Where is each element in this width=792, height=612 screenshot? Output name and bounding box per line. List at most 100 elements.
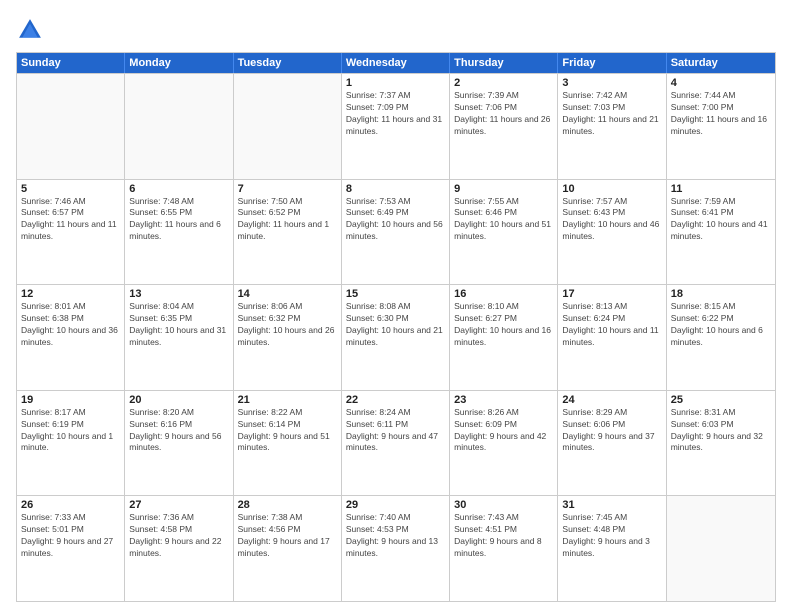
cell-date: 10 xyxy=(562,183,661,195)
cal-cell-4-3: 29Sunrise: 7:40 AM Sunset: 4:53 PM Dayli… xyxy=(342,496,450,601)
cell-info: Sunrise: 7:33 AM Sunset: 5:01 PM Dayligh… xyxy=(21,512,120,560)
cell-date: 30 xyxy=(454,499,553,511)
cell-date: 20 xyxy=(129,394,228,406)
cell-info: Sunrise: 8:08 AM Sunset: 6:30 PM Dayligh… xyxy=(346,301,445,349)
cell-info: Sunrise: 7:40 AM Sunset: 4:53 PM Dayligh… xyxy=(346,512,445,560)
cell-date: 4 xyxy=(671,77,771,89)
cell-date: 17 xyxy=(562,288,661,300)
cal-row-2: 12Sunrise: 8:01 AM Sunset: 6:38 PM Dayli… xyxy=(17,284,775,390)
cal-cell-1-2: 7Sunrise: 7:50 AM Sunset: 6:52 PM Daylig… xyxy=(234,180,342,285)
cell-info: Sunrise: 7:50 AM Sunset: 6:52 PM Dayligh… xyxy=(238,196,337,244)
cell-info: Sunrise: 8:10 AM Sunset: 6:27 PM Dayligh… xyxy=(454,301,553,349)
cell-info: Sunrise: 7:57 AM Sunset: 6:43 PM Dayligh… xyxy=(562,196,661,244)
cal-cell-1-3: 8Sunrise: 7:53 AM Sunset: 6:49 PM Daylig… xyxy=(342,180,450,285)
cal-cell-3-6: 25Sunrise: 8:31 AM Sunset: 6:03 PM Dayli… xyxy=(667,391,775,496)
cal-cell-4-0: 26Sunrise: 7:33 AM Sunset: 5:01 PM Dayli… xyxy=(17,496,125,601)
cell-date: 22 xyxy=(346,394,445,406)
cell-info: Sunrise: 7:44 AM Sunset: 7:00 PM Dayligh… xyxy=(671,90,771,138)
cal-cell-2-2: 14Sunrise: 8:06 AM Sunset: 6:32 PM Dayli… xyxy=(234,285,342,390)
cal-row-1: 5Sunrise: 7:46 AM Sunset: 6:57 PM Daylig… xyxy=(17,179,775,285)
cell-date: 16 xyxy=(454,288,553,300)
cal-cell-2-5: 17Sunrise: 8:13 AM Sunset: 6:24 PM Dayli… xyxy=(558,285,666,390)
cell-info: Sunrise: 7:48 AM Sunset: 6:55 PM Dayligh… xyxy=(129,196,228,244)
cell-info: Sunrise: 8:13 AM Sunset: 6:24 PM Dayligh… xyxy=(562,301,661,349)
cal-cell-4-6 xyxy=(667,496,775,601)
cell-date: 26 xyxy=(21,499,120,511)
cell-info: Sunrise: 7:39 AM Sunset: 7:06 PM Dayligh… xyxy=(454,90,553,138)
cal-cell-3-3: 22Sunrise: 8:24 AM Sunset: 6:11 PM Dayli… xyxy=(342,391,450,496)
cell-info: Sunrise: 7:53 AM Sunset: 6:49 PM Dayligh… xyxy=(346,196,445,244)
cell-info: Sunrise: 8:22 AM Sunset: 6:14 PM Dayligh… xyxy=(238,407,337,455)
cell-date: 15 xyxy=(346,288,445,300)
cell-date: 6 xyxy=(129,183,228,195)
cell-date: 14 xyxy=(238,288,337,300)
logo xyxy=(16,16,48,44)
cell-date: 2 xyxy=(454,77,553,89)
calendar-header: SundayMondayTuesdayWednesdayThursdayFrid… xyxy=(17,53,775,73)
cell-date: 23 xyxy=(454,394,553,406)
cell-info: Sunrise: 8:26 AM Sunset: 6:09 PM Dayligh… xyxy=(454,407,553,455)
cell-date: 13 xyxy=(129,288,228,300)
cell-date: 29 xyxy=(346,499,445,511)
cal-cell-0-4: 2Sunrise: 7:39 AM Sunset: 7:06 PM Daylig… xyxy=(450,74,558,179)
calendar-body: 1Sunrise: 7:37 AM Sunset: 7:09 PM Daylig… xyxy=(17,73,775,601)
cal-cell-1-0: 5Sunrise: 7:46 AM Sunset: 6:57 PM Daylig… xyxy=(17,180,125,285)
cell-date: 1 xyxy=(346,77,445,89)
cal-cell-3-5: 24Sunrise: 8:29 AM Sunset: 6:06 PM Dayli… xyxy=(558,391,666,496)
cal-cell-0-5: 3Sunrise: 7:42 AM Sunset: 7:03 PM Daylig… xyxy=(558,74,666,179)
day-header-friday: Friday xyxy=(558,53,666,73)
cal-cell-4-5: 31Sunrise: 7:45 AM Sunset: 4:48 PM Dayli… xyxy=(558,496,666,601)
cal-row-0: 1Sunrise: 7:37 AM Sunset: 7:09 PM Daylig… xyxy=(17,73,775,179)
cell-date: 28 xyxy=(238,499,337,511)
cal-cell-3-1: 20Sunrise: 8:20 AM Sunset: 6:16 PM Dayli… xyxy=(125,391,233,496)
cal-cell-0-3: 1Sunrise: 7:37 AM Sunset: 7:09 PM Daylig… xyxy=(342,74,450,179)
cell-info: Sunrise: 7:59 AM Sunset: 6:41 PM Dayligh… xyxy=(671,196,771,244)
cal-cell-0-2 xyxy=(234,74,342,179)
cell-info: Sunrise: 8:04 AM Sunset: 6:35 PM Dayligh… xyxy=(129,301,228,349)
cell-info: Sunrise: 8:15 AM Sunset: 6:22 PM Dayligh… xyxy=(671,301,771,349)
cell-date: 19 xyxy=(21,394,120,406)
cell-info: Sunrise: 7:55 AM Sunset: 6:46 PM Dayligh… xyxy=(454,196,553,244)
cell-date: 27 xyxy=(129,499,228,511)
cell-info: Sunrise: 7:36 AM Sunset: 4:58 PM Dayligh… xyxy=(129,512,228,560)
cell-info: Sunrise: 8:31 AM Sunset: 6:03 PM Dayligh… xyxy=(671,407,771,455)
cell-date: 12 xyxy=(21,288,120,300)
header xyxy=(16,16,776,44)
cell-date: 25 xyxy=(671,394,771,406)
cell-date: 3 xyxy=(562,77,661,89)
day-header-monday: Monday xyxy=(125,53,233,73)
cal-row-3: 19Sunrise: 8:17 AM Sunset: 6:19 PM Dayli… xyxy=(17,390,775,496)
cal-cell-1-4: 9Sunrise: 7:55 AM Sunset: 6:46 PM Daylig… xyxy=(450,180,558,285)
cal-cell-1-6: 11Sunrise: 7:59 AM Sunset: 6:41 PM Dayli… xyxy=(667,180,775,285)
cal-row-4: 26Sunrise: 7:33 AM Sunset: 5:01 PM Dayli… xyxy=(17,495,775,601)
cal-cell-4-2: 28Sunrise: 7:38 AM Sunset: 4:56 PM Dayli… xyxy=(234,496,342,601)
cal-cell-4-1: 27Sunrise: 7:36 AM Sunset: 4:58 PM Dayli… xyxy=(125,496,233,601)
cell-date: 9 xyxy=(454,183,553,195)
cell-info: Sunrise: 8:29 AM Sunset: 6:06 PM Dayligh… xyxy=(562,407,661,455)
day-header-wednesday: Wednesday xyxy=(342,53,450,73)
day-header-saturday: Saturday xyxy=(667,53,775,73)
cell-info: Sunrise: 7:46 AM Sunset: 6:57 PM Dayligh… xyxy=(21,196,120,244)
cal-cell-2-0: 12Sunrise: 8:01 AM Sunset: 6:38 PM Dayli… xyxy=(17,285,125,390)
logo-icon xyxy=(16,16,44,44)
cal-cell-3-2: 21Sunrise: 8:22 AM Sunset: 6:14 PM Dayli… xyxy=(234,391,342,496)
day-header-thursday: Thursday xyxy=(450,53,558,73)
cal-cell-0-6: 4Sunrise: 7:44 AM Sunset: 7:00 PM Daylig… xyxy=(667,74,775,179)
cell-info: Sunrise: 8:20 AM Sunset: 6:16 PM Dayligh… xyxy=(129,407,228,455)
cell-info: Sunrise: 8:06 AM Sunset: 6:32 PM Dayligh… xyxy=(238,301,337,349)
cal-cell-1-1: 6Sunrise: 7:48 AM Sunset: 6:55 PM Daylig… xyxy=(125,180,233,285)
cal-cell-3-4: 23Sunrise: 8:26 AM Sunset: 6:09 PM Dayli… xyxy=(450,391,558,496)
cell-date: 7 xyxy=(238,183,337,195)
cell-info: Sunrise: 7:42 AM Sunset: 7:03 PM Dayligh… xyxy=(562,90,661,138)
cell-date: 18 xyxy=(671,288,771,300)
cell-date: 24 xyxy=(562,394,661,406)
cell-date: 21 xyxy=(238,394,337,406)
day-header-sunday: Sunday xyxy=(17,53,125,73)
cell-info: Sunrise: 7:45 AM Sunset: 4:48 PM Dayligh… xyxy=(562,512,661,560)
page: SundayMondayTuesdayWednesdayThursdayFrid… xyxy=(0,0,792,612)
cal-cell-2-3: 15Sunrise: 8:08 AM Sunset: 6:30 PM Dayli… xyxy=(342,285,450,390)
cal-cell-0-1 xyxy=(125,74,233,179)
cell-date: 11 xyxy=(671,183,771,195)
cal-cell-3-0: 19Sunrise: 8:17 AM Sunset: 6:19 PM Dayli… xyxy=(17,391,125,496)
cell-info: Sunrise: 7:38 AM Sunset: 4:56 PM Dayligh… xyxy=(238,512,337,560)
